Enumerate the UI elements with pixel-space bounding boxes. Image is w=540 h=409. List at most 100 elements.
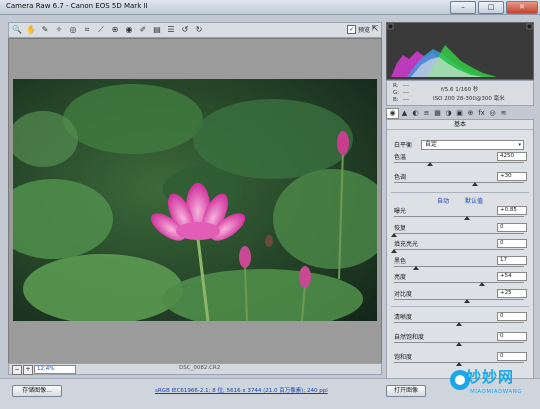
green-label: G:: [393, 90, 400, 96]
minimize-button[interactable]: –: [450, 1, 476, 14]
tab-detail[interactable]: ◐: [410, 109, 421, 118]
straighten-icon[interactable]: ⟋: [95, 24, 107, 36]
slider-label: 饱和度: [394, 354, 413, 361]
slider-thumb[interactable]: [463, 298, 470, 303]
color-sampler-icon[interactable]: ✧: [53, 24, 65, 36]
slider-value-field[interactable]: 0: [497, 332, 527, 341]
tab-camera-calibration[interactable]: ⊕: [465, 109, 476, 118]
blue-value: ---: [403, 97, 409, 103]
close-button[interactable]: ✕: [506, 1, 538, 14]
adjust-brush-icon[interactable]: ✐: [137, 24, 149, 36]
tab-basic[interactable]: ◉: [386, 107, 399, 119]
image-viewer[interactable]: [8, 38, 382, 364]
tab-snapshots[interactable]: ≋: [498, 109, 509, 118]
slider-value-field[interactable]: +54: [497, 272, 527, 281]
zoom-out-button[interactable]: −: [12, 365, 22, 375]
tab-presets[interactable]: ◎: [487, 109, 498, 118]
tab-effects[interactable]: ▣: [454, 109, 465, 118]
tab-hsl[interactable]: ≡: [421, 109, 432, 118]
fullscreen-icon[interactable]: ⇱: [369, 24, 381, 35]
zoom-in-button[interactable]: +: [23, 365, 33, 375]
red-eye-icon[interactable]: ◉: [123, 24, 135, 36]
tab-split-toning[interactable]: ▦: [432, 109, 443, 118]
preview-toggle[interactable]: ✓ 预览: [347, 25, 370, 34]
slider-thumb[interactable]: [456, 342, 462, 346]
slider-thumb[interactable]: [456, 322, 462, 326]
slider-track[interactable]: [394, 216, 524, 217]
slider-track[interactable]: [394, 162, 524, 163]
slider-thumb[interactable]: [471, 182, 478, 186]
slider-value-field[interactable]: 0: [497, 239, 527, 248]
open-image-button[interactable]: 打开图像: [386, 385, 426, 397]
white-balance-icon[interactable]: ✎: [39, 24, 51, 36]
slider-value-field[interactable]: 0: [497, 222, 527, 232]
slider-track[interactable]: [394, 298, 524, 300]
save-image-button[interactable]: 存储图像...: [12, 385, 62, 397]
tool-bar: 🔍 ✋ ✎ ✧ ◎ ⌗ ⟋ ⊕ ◉ ✐ ▤ ☰ ↺ ↻ ✓ 预览 ⇱: [8, 22, 382, 38]
camera-raw-window: Camera Raw 6.7 - Canon EOS 5D Mark II – …: [0, 0, 540, 409]
spot-removal-icon[interactable]: ⊕: [109, 24, 121, 36]
workflow-options-link[interactable]: sRGB IEC61966-2.1; 8 位; 5616 x 3744 (21.…: [155, 386, 328, 394]
slider-label: 对比度: [394, 290, 413, 298]
slider-thumb[interactable]: [391, 232, 397, 237]
chevron-down-icon: ▾: [518, 142, 521, 148]
slider-track[interactable]: [394, 232, 524, 234]
slider-thumb[interactable]: [391, 249, 397, 253]
white-balance-select[interactable]: 自定 ▾: [421, 140, 524, 150]
slider-label: 亮度: [394, 274, 407, 281]
slider-thumb[interactable]: [427, 162, 434, 166]
slider-value-field[interactable]: 0: [497, 352, 527, 361]
maximize-button[interactable]: □: [478, 1, 504, 14]
slider-label: 黑色: [394, 257, 407, 265]
histogram-graph: [387, 23, 533, 79]
slider-label: 恢复: [394, 224, 407, 232]
graduated-filter-icon[interactable]: ▤: [151, 24, 163, 36]
file-name: DSC_0082.CR2: [179, 365, 221, 371]
red-value: ---: [403, 83, 409, 89]
panel-title: 基本: [387, 120, 533, 130]
slider-label: 自然饱和度: [394, 334, 425, 341]
tab-lens-corrections[interactable]: ◑: [443, 109, 454, 118]
slider-track[interactable]: [394, 249, 524, 250]
title-bar: Camera Raw 6.7 - Canon EOS 5D Mark II – …: [0, 0, 540, 15]
rotate-left-icon[interactable]: ↺: [179, 24, 191, 36]
lotus-photo-drawing: [13, 79, 377, 321]
blue-label: B:: [393, 97, 399, 103]
tab-tone-curve[interactable]: ▲: [399, 109, 410, 118]
rotate-right-icon[interactable]: ↻: [193, 24, 205, 36]
slider-label: 曝光: [394, 208, 407, 215]
red-label: R:: [393, 83, 399, 89]
panel-tabs: ◉ ▲ ◐ ≡ ▦ ◑ ▣ ⊕ fx ◎ ≋: [386, 107, 532, 119]
slider-label: 填充亮光: [394, 241, 419, 248]
slider-thumb[interactable]: [463, 216, 470, 220]
white-balance-label: 白平衡: [394, 142, 413, 149]
zoom-level-select[interactable]: 12.4%: [34, 365, 76, 374]
auto-link[interactable]: 自动: [437, 196, 449, 205]
histogram: [386, 22, 534, 80]
zoom-icon[interactable]: 🔍: [11, 24, 23, 36]
slider-label: 清晰度: [394, 314, 413, 321]
slider-value-field[interactable]: +0.85: [497, 206, 527, 215]
target-adjust-icon[interactable]: ◎: [67, 24, 79, 36]
preferences-icon[interactable]: ☰: [165, 24, 177, 36]
slider-label: 色调: [394, 174, 407, 181]
lens-info: ISO 200 28-300@300 毫米: [433, 96, 505, 102]
slider-value-field[interactable]: +25: [497, 288, 527, 298]
window-controls: – □ ✕: [450, 1, 538, 14]
slider-value-field[interactable]: 0: [497, 312, 527, 321]
slider-track[interactable]: [394, 182, 524, 183]
watermark-subtext: MIAOMIAOWANG: [470, 389, 523, 395]
crop-icon[interactable]: ⌗: [81, 24, 93, 36]
slider-thumb[interactable]: [479, 282, 486, 286]
default-link[interactable]: 默认值: [465, 196, 483, 205]
slider-value-field[interactable]: +30: [497, 172, 527, 181]
exposure-info: f/5.6 1/160 秒: [441, 87, 479, 93]
slider-value-field[interactable]: 4250: [497, 152, 527, 161]
basic-panel: 基本 白平衡 自定 ▾ 色温 4250 色调 +30 自动 默认值 曝光 +0.85 恢复…: [386, 119, 534, 379]
slider-thumb[interactable]: [413, 265, 420, 270]
slider-track[interactable]: [394, 282, 524, 283]
hand-icon[interactable]: ✋: [25, 24, 37, 36]
slider-value-field[interactable]: 17: [497, 255, 527, 265]
preview-checkbox[interactable]: ✓: [347, 25, 356, 34]
tab-fx[interactable]: fx: [476, 109, 487, 118]
